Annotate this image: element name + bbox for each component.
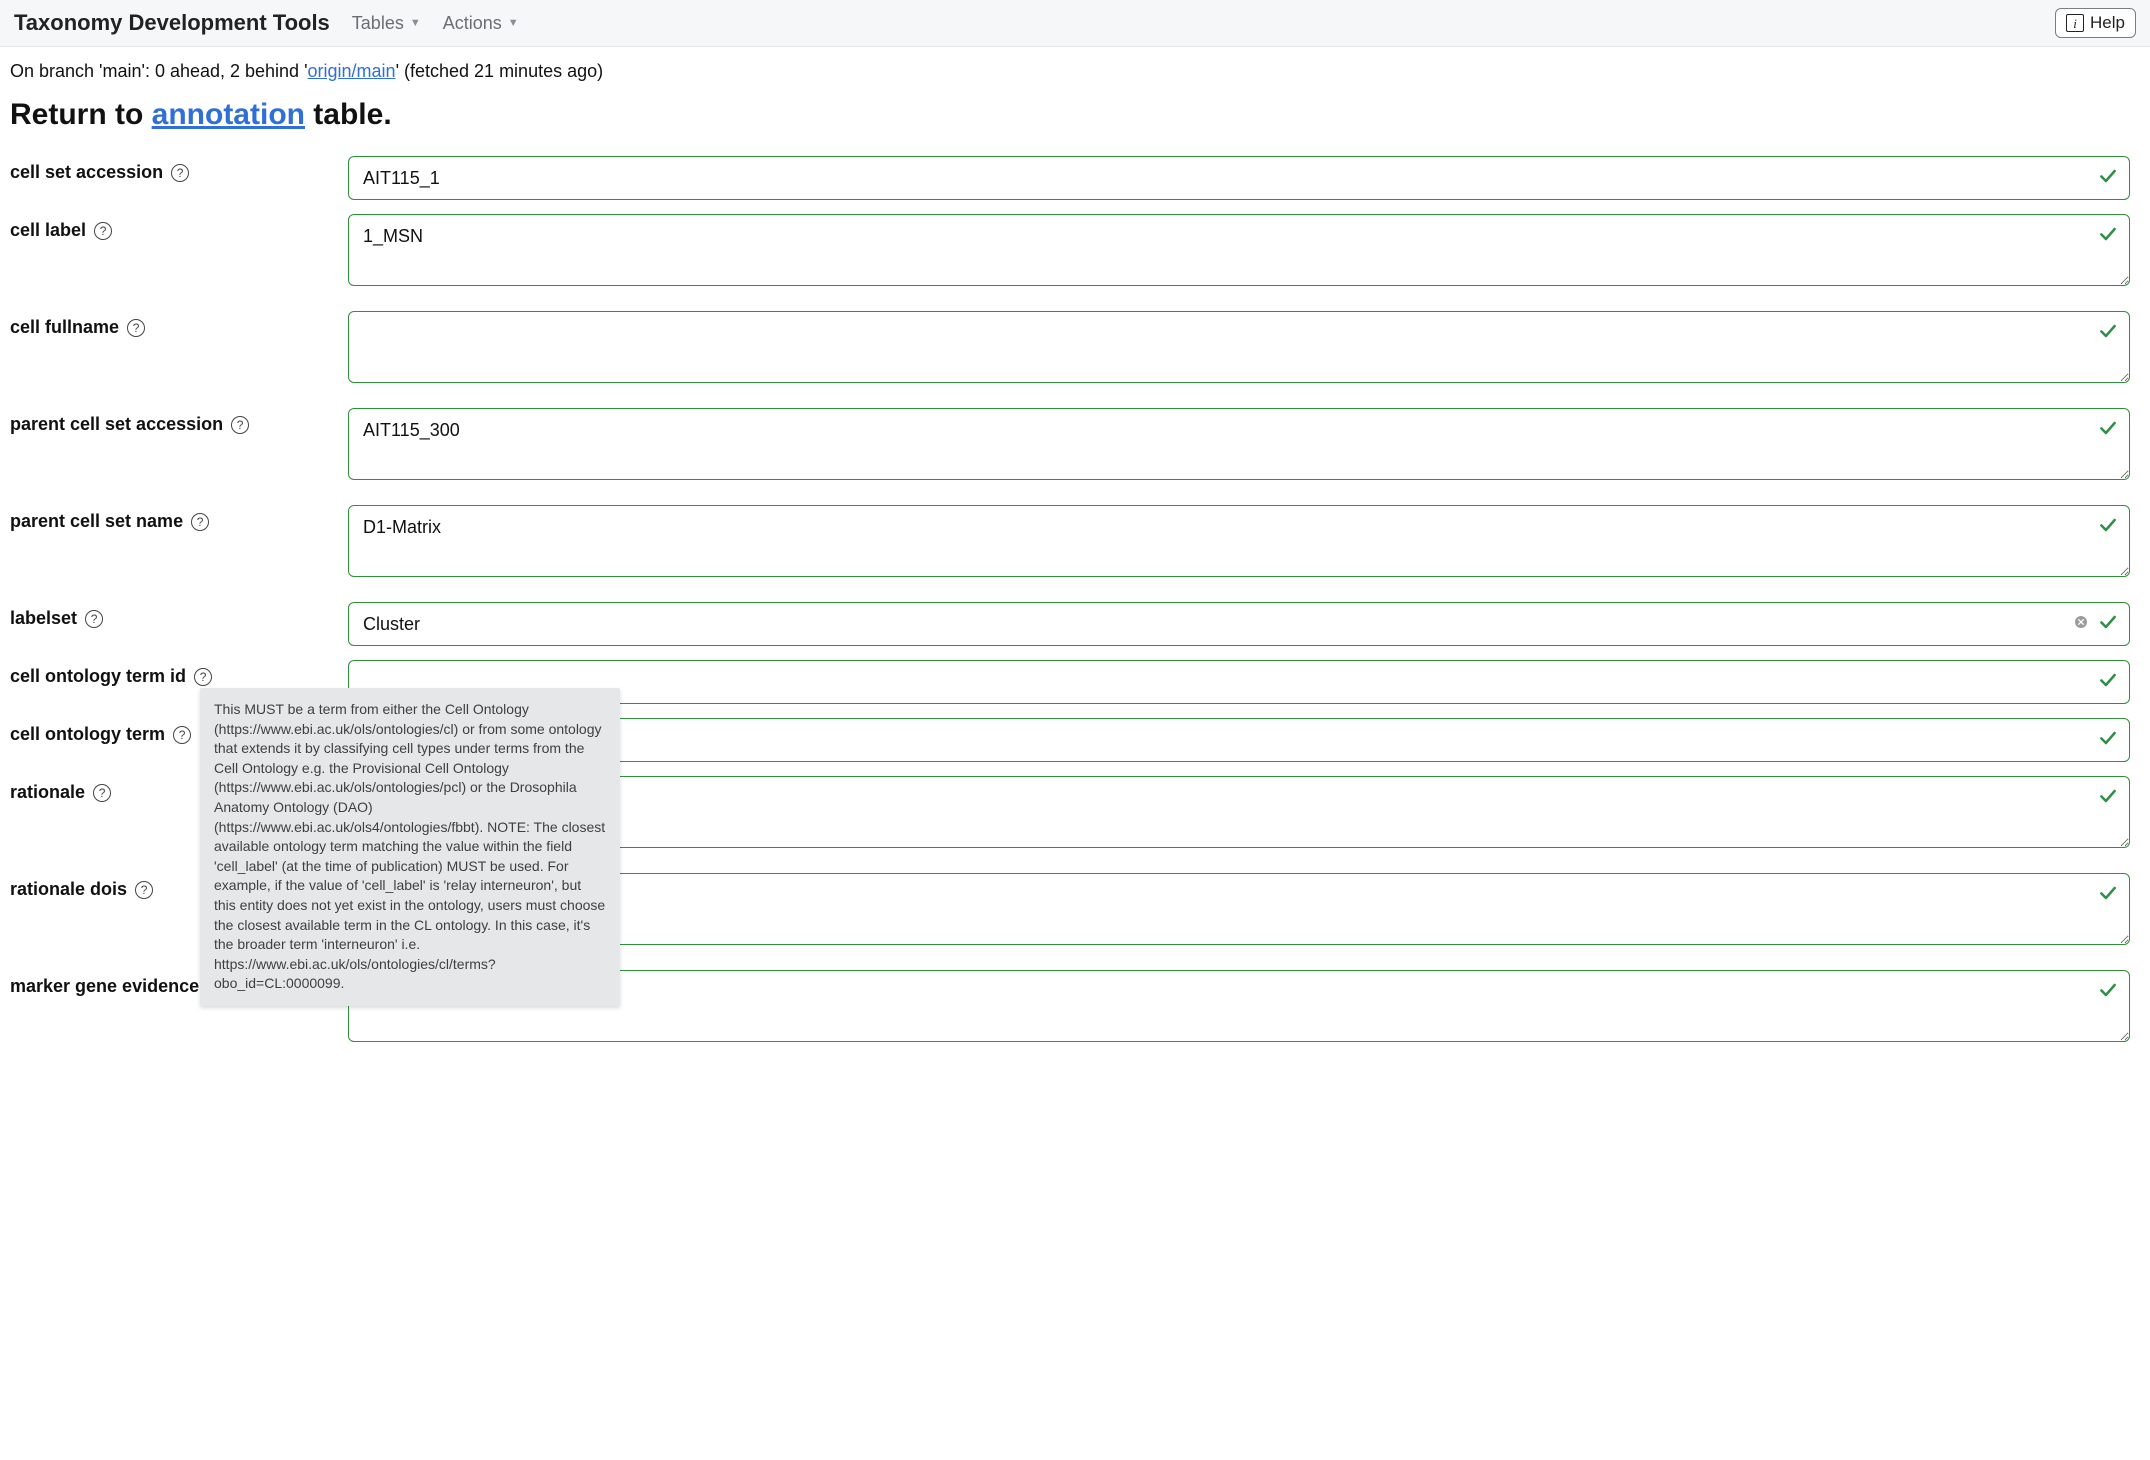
valid-check-icon (2098, 670, 2118, 695)
textarea-parent-cell-set-name[interactable] (348, 505, 2130, 577)
help-button-label: Help (2090, 13, 2125, 33)
help-icon[interactable]: ? (171, 164, 189, 182)
help-tooltip-text: This MUST be a term from either the Cell… (214, 701, 605, 991)
valid-check-icon (2098, 418, 2118, 443)
row-cell-ontology-term-id: cell ontology term id ? This MUST be a t… (10, 660, 2130, 704)
page-title: Return to annotation table. (0, 88, 2150, 156)
valid-check-icon (2098, 321, 2118, 346)
label-cell-set-accession: cell set accession (10, 162, 163, 183)
help-icon[interactable]: ? (191, 513, 209, 531)
label-marker-gene-evidence: marker gene evidence (10, 976, 199, 997)
row-cell-set-accession: cell set accession ? (10, 156, 2130, 200)
label-rationale-dois: rationale dois (10, 879, 127, 900)
page-title-prefix: Return to (10, 98, 152, 131)
nav-actions-dropdown[interactable]: Actions ▼ (443, 13, 519, 34)
help-icon[interactable]: ? (194, 668, 212, 686)
help-button[interactable]: i Help (2055, 8, 2136, 38)
nav-tables-label: Tables (352, 13, 404, 34)
row-cell-fullname: cell fullname ? (10, 311, 2130, 388)
info-icon: i (2066, 14, 2084, 32)
help-icon[interactable]: ? (135, 881, 153, 899)
label-rationale: rationale (10, 782, 85, 803)
label-cell-ontology-term: cell ontology term (10, 724, 165, 745)
valid-check-icon (2098, 224, 2118, 249)
nav-tables-dropdown[interactable]: Tables ▼ (352, 13, 421, 34)
branch-status-suffix: ' (fetched 21 minutes ago) (396, 61, 604, 81)
help-icon[interactable]: ? (94, 222, 112, 240)
top-navbar: Taxonomy Development Tools Tables ▼ Acti… (0, 0, 2150, 47)
page-title-suffix: table. (305, 98, 392, 131)
valid-check-icon (2098, 980, 2118, 1005)
valid-check-icon (2098, 166, 2118, 191)
row-parent-cell-set-accession: parent cell set accession ? (10, 408, 2130, 485)
annotation-table-link[interactable]: annotation (152, 98, 305, 131)
help-tooltip: This MUST be a term from either the Cell… (200, 688, 620, 1006)
chevron-down-icon: ▼ (508, 17, 519, 29)
valid-check-icon (2098, 612, 2118, 637)
help-icon[interactable]: ? (127, 319, 145, 337)
textarea-parent-cell-set-accession[interactable] (348, 408, 2130, 480)
label-cell-ontology-term-id: cell ontology term id (10, 666, 186, 687)
chevron-down-icon: ▼ (410, 17, 421, 29)
label-parent-cell-set-name: parent cell set name (10, 511, 183, 532)
row-cell-label: cell label ? (10, 214, 2130, 291)
valid-check-icon (2098, 728, 2118, 753)
branch-origin-link[interactable]: origin/main (308, 61, 396, 81)
label-parent-cell-set-accession: parent cell set accession (10, 414, 223, 435)
label-labelset: labelset (10, 608, 77, 629)
branch-status: On branch 'main': 0 ahead, 2 behind 'ori… (0, 47, 2150, 88)
help-icon[interactable]: ? (231, 416, 249, 434)
brand-title: Taxonomy Development Tools (14, 10, 330, 36)
help-icon[interactable]: ? (173, 726, 191, 744)
combobox-labelset[interactable] (348, 602, 2130, 646)
help-icon[interactable]: ? (85, 610, 103, 628)
help-icon[interactable]: ? (93, 784, 111, 802)
row-labelset: labelset ? (10, 602, 2130, 646)
branch-status-prefix: On branch 'main': 0 ahead, 2 behind ' (10, 61, 308, 81)
row-parent-cell-set-name: parent cell set name ? (10, 505, 2130, 582)
valid-check-icon (2098, 883, 2118, 908)
record-form: cell set accession ? cell label ? cell f… (0, 156, 2150, 1097)
label-cell-fullname: cell fullname (10, 317, 119, 338)
valid-check-icon (2098, 786, 2118, 811)
nav-actions-label: Actions (443, 13, 502, 34)
clear-icon[interactable] (2072, 613, 2090, 631)
label-cell-label: cell label (10, 220, 86, 241)
textarea-cell-fullname[interactable] (348, 311, 2130, 383)
valid-check-icon (2098, 515, 2118, 540)
textarea-cell-label[interactable] (348, 214, 2130, 286)
input-cell-set-accession[interactable] (348, 156, 2130, 200)
